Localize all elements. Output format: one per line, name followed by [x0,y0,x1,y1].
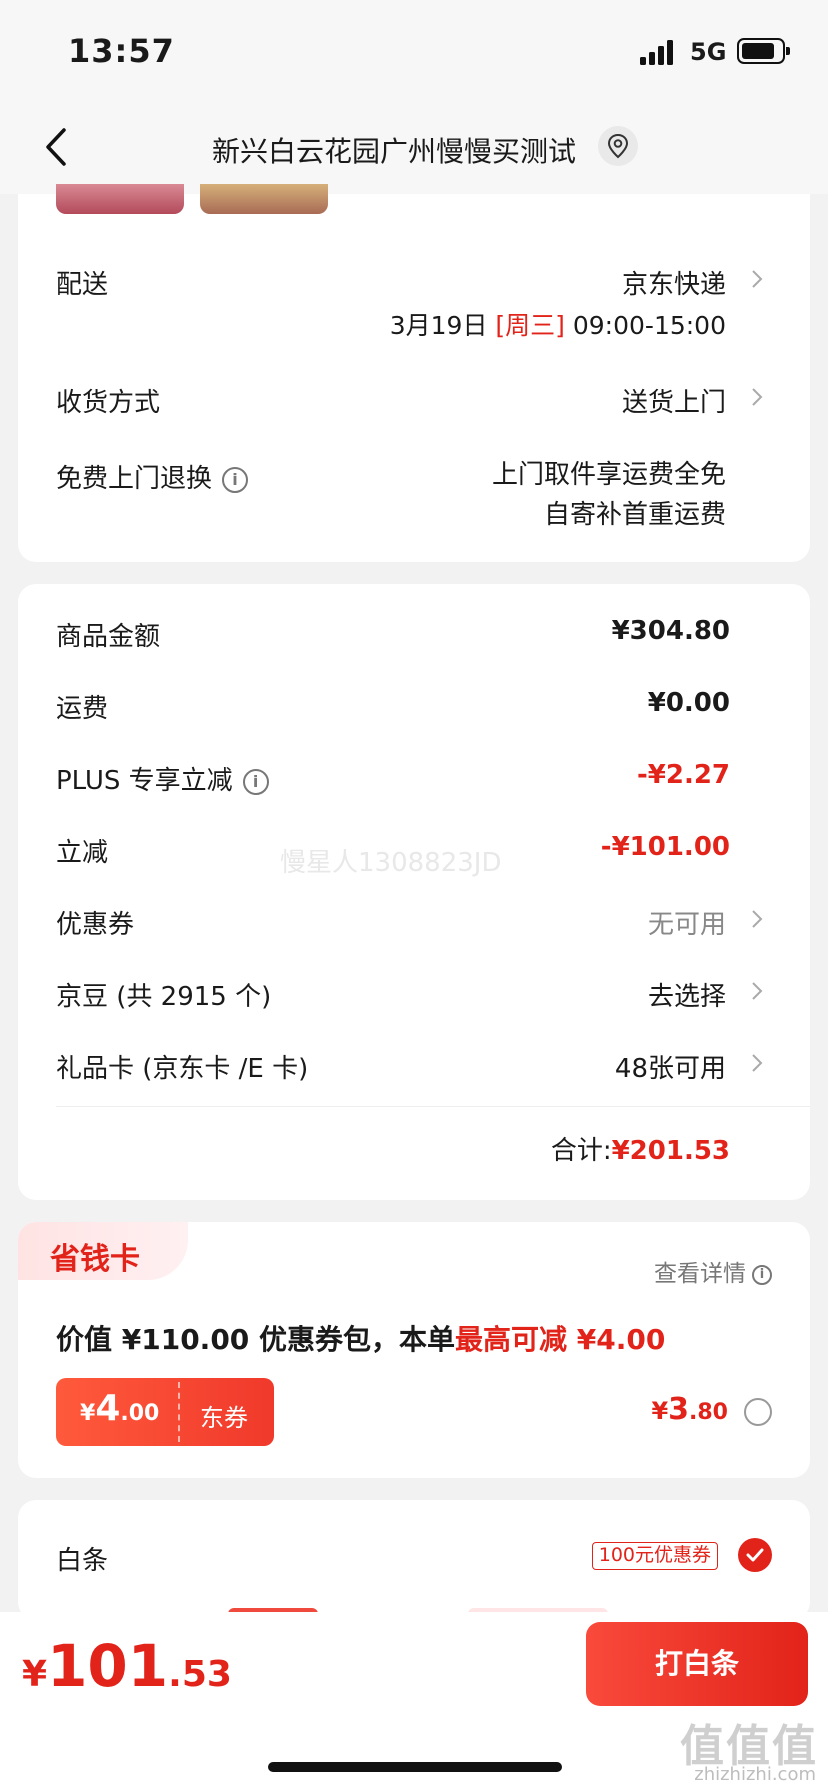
view-details-label: 查看详情 [654,1261,746,1287]
divider [56,1106,810,1107]
home-indicator[interactable] [268,1762,562,1772]
chevron-right-icon[interactable] [750,386,764,408]
coupon-value[interactable]: 无可用 [648,904,726,941]
saving-card-price: ¥3.80 [651,1392,728,1427]
chevron-right-icon[interactable] [750,1052,764,1074]
price-dec: .80 [689,1400,728,1425]
free-return-line2: 自寄补首重运费 [543,500,726,530]
plus-discount-label: PLUS 专享立减 [56,766,233,796]
receive-method-value[interactable]: 送货上门 [622,382,726,419]
delivery-date: 3月19日 [389,311,488,340]
shipping-label: 运费 [56,694,109,724]
signal-icon [640,40,676,66]
info-icon[interactable]: i [222,466,249,493]
site-watermark-url: zhizhizhi.com [694,1764,816,1785]
chevron-right-icon[interactable] [750,268,764,290]
status-bar: 13:57 5G [0,0,828,100]
plus-discount-value: -¥2.27 [636,760,730,790]
pay-total: ¥101.53 [22,1632,232,1700]
subtotal: 合计:¥201.53 [551,1130,730,1167]
saving-card: 省钱卡 查看详情 i 价值 ¥110.00 优惠券包，本单最高可减 ¥4.00 ¥… [18,1222,810,1478]
free-return-line1: 上门取件享运费全免 [491,460,726,490]
coupon-ticket: ¥4.00 东券 [56,1378,274,1446]
bottom-bar: ¥101.53 打白条 值值值 zhizhizhi.com [0,1612,828,1792]
jingdou-value[interactable]: 去选择 [648,976,726,1013]
goods-amount-label: 商品金额 [56,622,161,652]
free-return-row: 免费上门退换 i [56,458,249,495]
view-details-link[interactable]: 查看详情 i [654,1254,772,1288]
instant-discount-value: -¥101.00 [600,832,730,862]
info-icon: i [752,1264,772,1285]
subtotal-label: 合计: [550,1136,612,1166]
plus-discount-row: PLUS 专享立减 i [56,760,269,797]
chevron-right-icon[interactable] [750,980,764,1002]
pay-baitiao-button[interactable]: 打白条 [586,1622,808,1706]
delivery-label: 配送 [56,270,109,300]
pay-total-dec: .53 [168,1654,232,1695]
checkout-page: 13:57 5G 新兴白云花园广州慢慢买测试 配送 京东快递 3月19日 [周三… [0,0,828,1792]
gift-card-value[interactable]: 48张可用 [615,1048,726,1085]
instant-discount-label: 立减 [56,838,109,868]
free-return-label: 免费上门退换 [56,464,213,494]
price-detail-card: 慢星人1308823JD 商品金额 ¥304.80 运费 ¥0.00 PLUS … [18,584,810,1200]
baitiao-card: 白条 100元优惠券 [18,1500,810,1620]
user-watermark: 慢星人1308823JD [280,848,502,878]
pay-total-int: 101 [47,1632,169,1700]
price-int: 3 [668,1392,690,1427]
coupon-label: 优惠券 [56,910,135,940]
pay-total-currency: ¥ [22,1654,48,1695]
delivery-card: 配送 京东快递 3月19日 [周三] 09:00-15:00 收货方式 送货上门… [18,184,810,562]
location-pin-icon[interactable] [598,126,638,166]
battery-icon [737,38,790,64]
shipping-value: ¥0.00 [647,688,730,718]
baitiao-coupon-badge: 100元优惠券 [591,1542,718,1570]
page-header: 新兴白云花园广州慢慢买测试 [0,100,828,194]
goods-amount-value: ¥304.80 [611,616,730,646]
coupon-amount-int: 4 [95,1388,121,1429]
delivery-window: 09:00-15:00 [572,311,726,340]
product-thumbnail [200,184,328,214]
saving-card-max-discount: 最高可减 ¥4.00 [455,1323,666,1356]
coupon-type: 东券 [200,1404,248,1432]
network-type: 5G [690,38,727,66]
address-title[interactable]: 新兴白云花园广州慢慢买测试 [0,130,828,170]
coupon-amount-dec: .00 [120,1401,160,1426]
status-time: 13:57 [68,32,175,70]
receive-method-label: 收货方式 [56,388,161,418]
saving-card-title: 省钱卡 [50,1242,140,1277]
coupon-separator [178,1382,180,1442]
delivery-time: 3月19日 [周三] 09:00-15:00 [390,306,726,342]
coupon-currency: ¥ [80,1401,96,1426]
saving-card-desc-prefix: 价值 ¥110.00 优惠券包，本单 [56,1323,456,1356]
saving-card-description: 价值 ¥110.00 优惠券包，本单最高可减 ¥4.00 [56,1318,665,1358]
delivery-value[interactable]: 京东快递 [622,264,726,301]
saving-card-radio[interactable] [744,1398,772,1426]
gift-card-label: 礼品卡 (京东卡 /E 卡) [56,1054,309,1084]
chevron-right-icon[interactable] [750,908,764,930]
jingdou-label: 京豆 (共 2915 个) [56,982,272,1012]
subtotal-value: ¥201.53 [611,1136,730,1166]
baitiao-label: 白条 [56,1546,109,1576]
info-icon[interactable]: i [242,768,269,795]
price-currency: ¥ [651,1397,669,1425]
delivery-weekday: [周三] [495,311,565,340]
check-icon[interactable] [738,1538,772,1572]
product-thumbnail [56,184,184,214]
coupon-amount: ¥4.00 [80,1388,159,1429]
